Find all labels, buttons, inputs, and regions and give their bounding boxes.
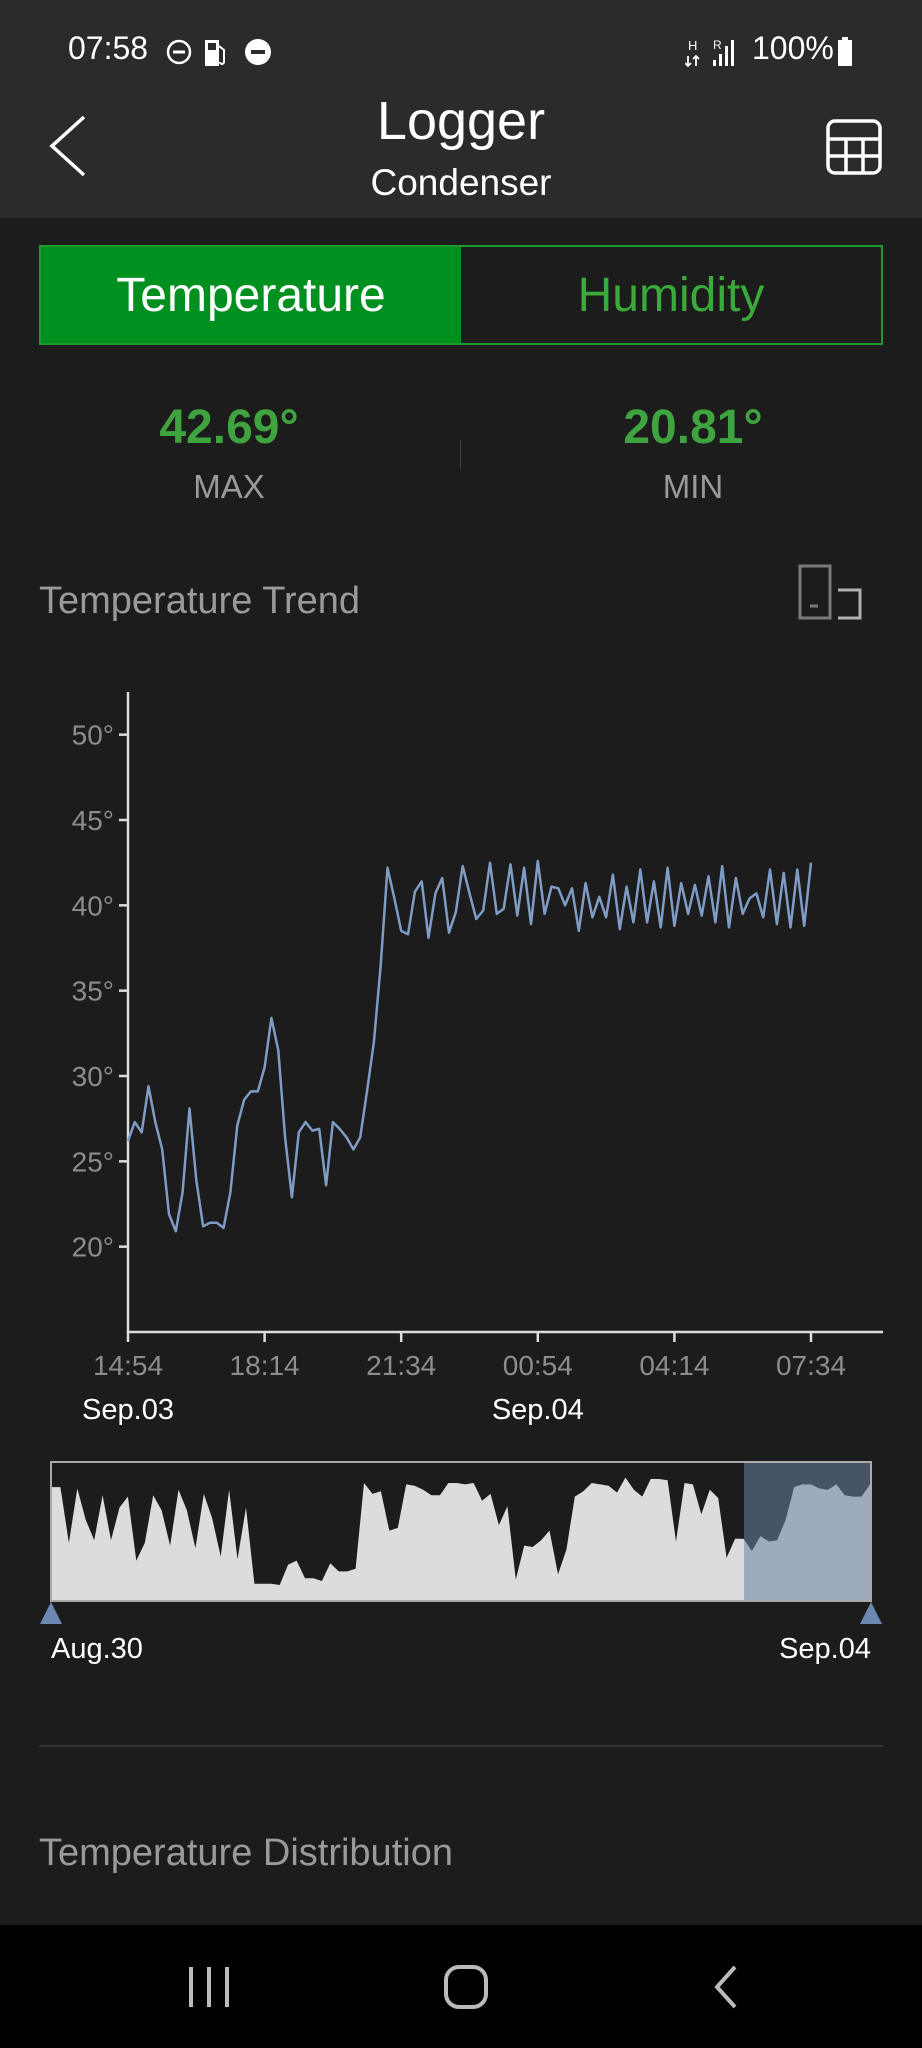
range-navigator[interactable]: Aug.30 Sep.04 (0, 1440, 922, 1700)
temperature-trend-chart: 50° 45° 40° 35° 30° 25° 20° 14:54 18:14 21:34 00:5… (72, 692, 883, 1426)
selected-range[interactable] (744, 1463, 870, 1600)
y-tick-label: 20° (72, 1232, 114, 1263)
recent-apps-button[interactable] (169, 1955, 249, 2019)
distribution-title: Temperature Distribution (39, 1832, 453, 1874)
navigator-start-label: Aug.30 (51, 1633, 143, 1665)
home-icon (444, 1965, 488, 2009)
y-tick-label: 35° (72, 976, 114, 1007)
back-icon (714, 1965, 737, 2009)
x-date-label: Sep.04 (492, 1394, 584, 1426)
x-tick-label: 14:54 (93, 1350, 163, 1381)
y-tick-label: 25° (72, 1146, 114, 1177)
x-tick-label: 21:34 (366, 1350, 436, 1381)
temperature-series-line (126, 859, 813, 1233)
x-tick-label: 04:14 (639, 1350, 709, 1381)
x-tick-label: 18:14 (230, 1350, 300, 1381)
range-handle-left[interactable] (40, 1602, 62, 1624)
x-tick-label: 00:54 (503, 1350, 573, 1381)
back-nav-button[interactable] (685, 1955, 765, 2019)
x-tick-label: 07:34 (776, 1350, 846, 1381)
y-tick-label: 40° (72, 890, 114, 921)
range-handle-right[interactable] (860, 1602, 882, 1624)
y-tick-label: 45° (72, 805, 114, 836)
home-button[interactable] (426, 1955, 506, 2019)
navigator-end-label: Sep.04 (779, 1633, 871, 1665)
y-tick-label: 30° (72, 1061, 114, 1092)
x-date-label: Sep.03 (82, 1394, 174, 1426)
system-nav-bar (0, 1925, 922, 2048)
section-divider (39, 1745, 883, 1747)
y-tick-label: 50° (72, 720, 114, 751)
recent-apps-icon (189, 1967, 229, 2007)
